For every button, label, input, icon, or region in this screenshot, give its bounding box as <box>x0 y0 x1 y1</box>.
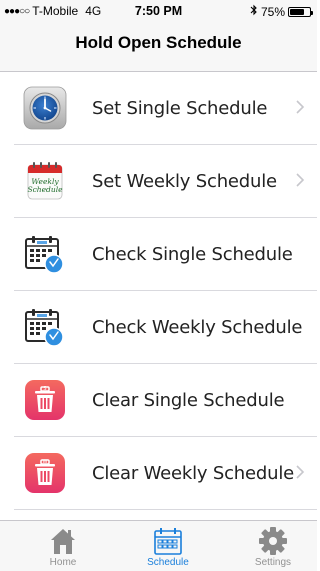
tab-settings[interactable]: Settings <box>220 521 320 571</box>
battery-icon <box>288 6 313 17</box>
calendar-check-icon <box>23 305 67 349</box>
menu-item-set-single-schedule[interactable]: Set Single Schedule <box>0 72 317 145</box>
tab-label: Home <box>49 557 77 568</box>
menu-item-label: Check Weekly Schedule <box>92 317 303 338</box>
trash-icon: W <box>23 451 67 495</box>
menu-item-clear-weekly-schedule[interactable]: W Clear Weekly Schedule <box>0 437 317 510</box>
navigation-bar: Hold Open Schedule <box>0 20 317 72</box>
menu-item-set-weekly-schedule[interactable]: Weekly Schedule Set Weekly Schedule <box>0 145 317 218</box>
menu-item-label: Set Weekly Schedule <box>92 171 277 192</box>
gear-icon <box>258 526 288 556</box>
trash-icon: S <box>23 378 67 422</box>
tab-bar: Home Schedule Settings <box>0 520 317 571</box>
chevron-right-icon <box>295 98 305 116</box>
trash-badge-letter: S <box>43 386 46 392</box>
bluetooth-icon <box>250 4 258 19</box>
menu-item-clear-single-schedule[interactable]: S Clear Single Schedule <box>0 364 317 437</box>
tab-schedule[interactable]: Schedule <box>115 521 221 571</box>
tab-label: Schedule <box>147 557 189 568</box>
tab-home[interactable]: Home <box>10 521 116 571</box>
menu-item-label: Clear Weekly Schedule <box>92 463 295 484</box>
menu-item-label: Clear Single Schedule <box>92 390 285 411</box>
menu-item-label: Set Single Schedule <box>92 98 268 119</box>
home-icon <box>48 526 78 556</box>
status-right: 75% <box>250 4 313 19</box>
tab-label: Settings <box>254 557 292 568</box>
calendar-icon <box>153 526 183 556</box>
svg-text:Schedule: Schedule <box>27 185 63 194</box>
calendar-check-icon <box>23 232 67 276</box>
battery-fill <box>290 8 305 15</box>
chevron-right-icon <box>295 171 305 189</box>
clock-icon <box>23 86 67 130</box>
menu-item-check-weekly-schedule[interactable]: Check Weekly Schedule <box>0 291 317 364</box>
status-bar: ●●●○○ T-Mobile 4G 7:50 PM 75% <box>0 0 317 20</box>
schedule-menu-list: Set Single Schedule Weekly Schedule Set … <box>0 72 317 510</box>
weekly-calendar-icon: Weekly Schedule <box>23 159 67 203</box>
chevron-right-icon <box>295 463 305 481</box>
trash-badge-letter: W <box>43 459 48 465</box>
menu-item-check-single-schedule[interactable]: Check Single Schedule <box>0 218 317 291</box>
menu-item-label: Check Single Schedule <box>92 244 293 265</box>
page-title: Hold Open Schedule <box>75 32 242 52</box>
battery-percent: 75% <box>260 4 285 19</box>
